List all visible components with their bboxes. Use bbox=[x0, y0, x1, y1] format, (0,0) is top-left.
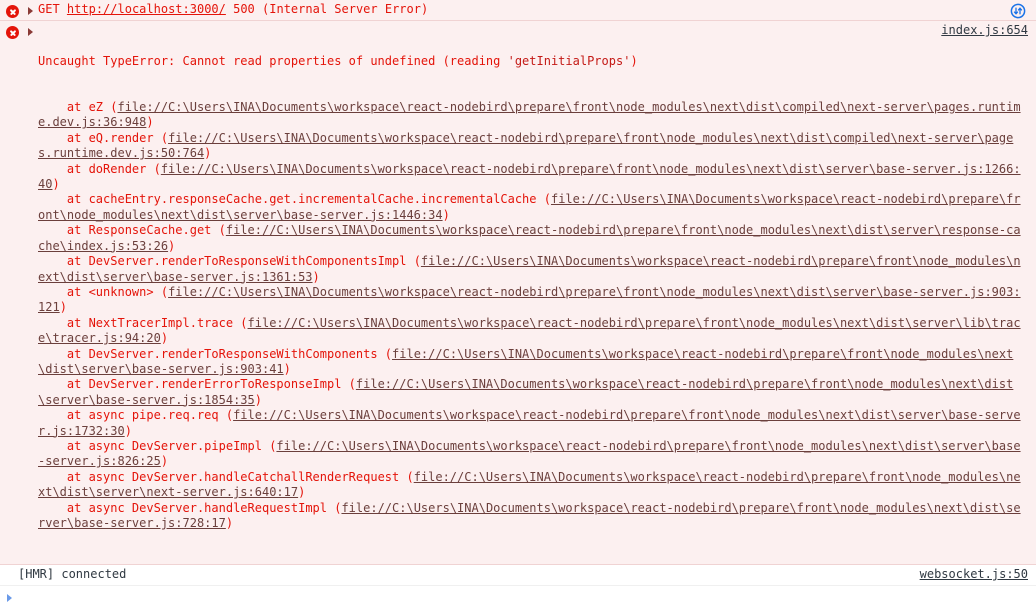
stack-frame: at ResponseCache.get (file://C:\Users\IN… bbox=[38, 223, 1021, 252]
stack-frame-close: ) bbox=[146, 115, 154, 130]
source-link-index-js[interactable]: index.js:654 bbox=[941, 23, 1028, 38]
stack-frame-location-link[interactable]: file://C:\Users\INA\Documents\workspace\… bbox=[38, 100, 1021, 129]
stack-frame-function: at DevServer.renderToResponseWithCompone… bbox=[38, 346, 393, 361]
stack-frame-function: at cacheEntry.responseCache.get.incremen… bbox=[38, 192, 551, 207]
stack-frame-close: ) bbox=[312, 269, 320, 284]
stack-frame: at async pipe.req.req (file://C:\Users\I… bbox=[38, 408, 1021, 437]
console-message-network-error[interactable]: GET http://localhost:3000/ 500 (Internal… bbox=[0, 0, 1036, 21]
status-text: (Internal Server Error) bbox=[262, 2, 429, 16]
error-headline-property: 'getInitialProps' bbox=[507, 53, 631, 68]
error-headline-suffix: ) bbox=[630, 53, 638, 68]
stack-frame-close: ) bbox=[168, 238, 176, 253]
stack-frame: at eZ (file://C:\Users\INA\Documents\wor… bbox=[38, 100, 1021, 129]
status-code: 500 bbox=[233, 2, 255, 16]
stack-frame: at async DevServer.handleCatchallRenderR… bbox=[38, 470, 1021, 499]
hmr-message-text: [HMR] connected bbox=[18, 567, 127, 582]
source-link-websocket-js[interactable]: websocket.js:50 bbox=[920, 567, 1028, 582]
stack-frame-close: ) bbox=[298, 485, 306, 500]
stack-frame: at DevServer.renderToResponseWithCompone… bbox=[38, 347, 1013, 376]
prompt-caret-icon bbox=[7, 593, 12, 602]
network-request-icon[interactable] bbox=[1010, 3, 1026, 19]
stack-frame-close: ) bbox=[160, 331, 169, 346]
stack-frame-location-link[interactable]: file://C:\Users\INA\Documents\workspace\… bbox=[38, 162, 1021, 191]
js-error-headline: Uncaught TypeError: Cannot read properti… bbox=[38, 54, 1024, 69]
request-url-link[interactable]: http://localhost:3000/ bbox=[67, 2, 226, 16]
error-circle-icon bbox=[6, 26, 19, 39]
stack-frame: at eQ.render (file://C:\Users\INA\Docume… bbox=[38, 131, 1013, 160]
network-error-text: GET http://localhost:3000/ 500 (Internal… bbox=[38, 2, 1028, 17]
stack-frame-function: at eZ ( bbox=[38, 100, 118, 115]
stack-frame-close: ) bbox=[225, 516, 234, 530]
stack-frame: at NextTracerImpl.trace (file://C:\Users… bbox=[38, 316, 1021, 345]
stack-trace: at eZ (file://C:\Users\INA\Documents\wor… bbox=[38, 100, 1024, 531]
chevron-right-icon[interactable] bbox=[28, 7, 33, 15]
stack-frame: at doRender (file://C:\Users\INA\Documen… bbox=[38, 162, 1021, 191]
stack-frame: at async DevServer.pipeImpl (file://C:\U… bbox=[38, 439, 1021, 468]
js-error-body: Uncaught TypeError: Cannot read properti… bbox=[38, 23, 1028, 562]
console-prompt-row[interactable] bbox=[0, 585, 1036, 613]
stack-frame: at async DevServer.handleRequestImpl (fi… bbox=[38, 501, 1021, 530]
stack-frame-function: at DevServer.renderErrorToResponseImpl ( bbox=[38, 377, 356, 392]
stack-frame-function: at DevServer.renderToResponseWithCompone… bbox=[38, 254, 421, 269]
stack-frame-close: ) bbox=[52, 177, 60, 192]
devtools-console-panel[interactable]: GET http://localhost:3000/ 500 (Internal… bbox=[0, 0, 1036, 613]
stack-frame-close: ) bbox=[59, 300, 67, 315]
stack-frame-function: at ResponseCache.get ( bbox=[38, 223, 226, 238]
stack-frame-location-link[interactable]: file://C:\Users\INA\Documents\workspace\… bbox=[38, 285, 1021, 314]
chevron-right-icon[interactable] bbox=[28, 28, 33, 36]
stack-frame-function: at doRender ( bbox=[38, 161, 161, 176]
stack-frame-close: ) bbox=[204, 146, 212, 161]
console-input[interactable] bbox=[18, 589, 1036, 605]
stack-frame-location-link[interactable]: file://C:\Users\INA\Documents\workspace\… bbox=[38, 131, 1013, 160]
stack-frame: at cacheEntry.responseCache.get.incremen… bbox=[38, 192, 1021, 221]
stack-frame-close: ) bbox=[124, 423, 132, 438]
stack-frame-function: at async DevServer.handleRequestImpl ( bbox=[38, 500, 342, 515]
error-headline-prefix: Uncaught TypeError: Cannot read properti… bbox=[38, 53, 508, 68]
space-3 bbox=[255, 2, 262, 16]
stack-frame-function: at eQ.render ( bbox=[38, 130, 169, 145]
space-1 bbox=[60, 2, 67, 16]
stack-frame-function: at <unknown> ( bbox=[38, 284, 169, 299]
stack-frame: at <unknown> (file://C:\Users\INA\Docume… bbox=[38, 285, 1021, 314]
stack-frame-close: ) bbox=[160, 454, 169, 469]
stack-frame-function: at async DevServer.handleCatchallRenderR… bbox=[38, 469, 414, 484]
error-circle-icon bbox=[6, 5, 19, 18]
console-message-js-error[interactable]: index.js:654 Uncaught TypeError: Cannot … bbox=[0, 21, 1036, 566]
stack-frame-function: at NextTracerImpl.trace ( bbox=[38, 315, 248, 330]
http-method: GET bbox=[38, 2, 60, 16]
stack-frame-function: at async DevServer.pipeImpl ( bbox=[38, 438, 277, 453]
console-message-hmr-info[interactable]: websocket.js:50 [HMR] connected bbox=[0, 565, 1036, 586]
stack-frame-close: ) bbox=[442, 207, 450, 222]
stack-frame: at DevServer.renderToResponseWithCompone… bbox=[38, 254, 1021, 283]
stack-frame-function: at async pipe.req.req ( bbox=[38, 408, 234, 423]
stack-frame-close: ) bbox=[254, 392, 262, 407]
stack-frame-close: ) bbox=[283, 361, 291, 376]
stack-frame: at DevServer.renderErrorToResponseImpl (… bbox=[38, 377, 1013, 406]
